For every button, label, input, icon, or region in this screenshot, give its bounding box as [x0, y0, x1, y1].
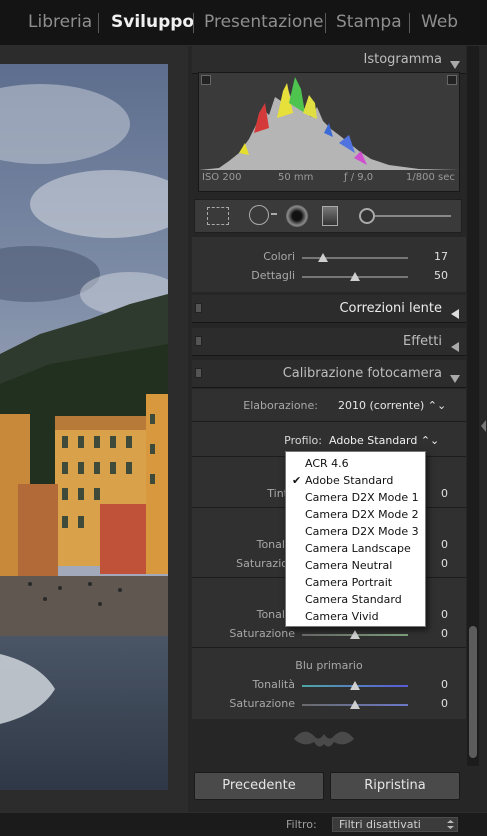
slider-knob[interactable]	[350, 272, 360, 281]
module-library[interactable]: Libreria	[28, 12, 92, 32]
slider-knob[interactable]	[318, 253, 328, 262]
previous-button[interactable]: Precedente	[194, 772, 324, 800]
green-hue-label: Tonali	[256, 608, 288, 621]
scrollbar-thumb[interactable]	[469, 626, 477, 758]
details-label: Dettagli	[251, 269, 295, 282]
photo-preview[interactable]	[0, 64, 168, 790]
slider-knob[interactable]	[350, 700, 360, 709]
graduated-filter-icon[interactable]	[322, 206, 338, 226]
photo-image	[0, 64, 168, 790]
histogram-exif: ISO 200 50 mm ƒ / 9,0 1/800 sec	[198, 172, 460, 190]
slider-knob[interactable]	[350, 681, 360, 690]
lens-corrections-title: Correzioni lente	[339, 301, 442, 316]
detail-section: Colori 17 Dettagli 50	[192, 237, 466, 292]
module-separator	[98, 13, 99, 33]
process-select[interactable]: 2010 (corrente) ⌃⌄	[338, 399, 446, 412]
profile-option[interactable]: Camera Standard	[286, 591, 425, 608]
filter-select[interactable]: Filtri disattivati	[332, 817, 458, 832]
green-saturation-value[interactable]: 0	[414, 627, 448, 640]
module-web[interactable]: Web	[421, 12, 458, 32]
expand-triangle-icon	[450, 337, 460, 352]
profile-dropdown-menu: ACR 4.6 ✔ Adobe Standard Camera D2X Mode…	[285, 451, 426, 627]
blue-hue-slider[interactable]	[302, 681, 408, 690]
profile-option[interactable]: Camera D2X Mode 2	[286, 506, 425, 523]
focal-length-value: 50 mm	[278, 172, 314, 183]
profile-option[interactable]: Camera Portrait	[286, 574, 425, 591]
collapse-triangle-icon	[450, 369, 460, 383]
panel-switch-icon[interactable]	[195, 303, 202, 313]
shadows-tint-label: Tint	[267, 487, 288, 500]
effects-header[interactable]: Effetti	[192, 328, 466, 356]
aperture-value: ƒ / 9,0	[344, 172, 374, 183]
panel-collapse-arrow-icon[interactable]	[480, 418, 487, 432]
profile-label: Profilo:	[284, 434, 322, 447]
module-develop[interactable]: Sviluppo	[111, 12, 194, 32]
blue-saturation-slider[interactable]	[302, 700, 408, 709]
collapse-triangle-icon	[450, 55, 460, 69]
module-separator	[325, 13, 326, 33]
adjustment-brush-slider[interactable]	[375, 215, 451, 217]
filter-label: Filtro:	[286, 818, 317, 831]
details-value[interactable]: 50	[414, 269, 448, 282]
panel-end-ornament-icon	[284, 724, 364, 754]
reset-button[interactable]: Ripristina	[330, 772, 460, 800]
lens-corrections-header[interactable]: Correzioni lente	[192, 295, 466, 323]
colors-value[interactable]: 17	[414, 250, 448, 263]
profile-option[interactable]: Camera D2X Mode 1	[286, 489, 425, 506]
red-eye-icon[interactable]	[286, 205, 308, 227]
expand-triangle-icon	[450, 304, 460, 319]
module-separator	[193, 13, 194, 33]
select-arrows-icon	[446, 819, 455, 830]
profile-option[interactable]: Camera Landscape	[286, 540, 425, 557]
histogram-title: Istogramma	[363, 52, 442, 67]
profile-option[interactable]: Camera Neutral	[286, 557, 425, 574]
histogram-plot	[199, 73, 459, 171]
blue-hue-value[interactable]: 0	[414, 678, 448, 691]
tool-strip	[194, 199, 462, 233]
panel-switch-icon[interactable]	[195, 336, 202, 346]
module-separator	[409, 13, 410, 33]
effects-title: Effetti	[403, 334, 442, 349]
histogram-header[interactable]: Istogramma	[192, 46, 466, 74]
colors-slider[interactable]	[302, 253, 408, 262]
panel-switch-icon[interactable]	[195, 368, 202, 378]
module-picker: Libreria Sviluppo Presentazione Stampa W…	[0, 0, 487, 46]
module-print[interactable]: Stampa	[336, 12, 402, 32]
image-canvas	[0, 46, 188, 836]
filter-bar: Filtro: Filtri disattivati	[0, 812, 487, 836]
camera-calibration-title: Calibrazione fotocamera	[282, 366, 442, 381]
shutter-value: 1/800 sec	[406, 172, 455, 183]
adjustment-brush-icon[interactable]	[359, 208, 375, 224]
crop-tool-icon[interactable]	[207, 207, 229, 225]
red-saturation-label: Saturazio	[236, 557, 288, 570]
blue-saturation-value[interactable]: 0	[414, 697, 448, 710]
iso-value: ISO 200	[202, 172, 242, 183]
details-slider[interactable]	[302, 272, 408, 281]
slider-knob[interactable]	[350, 630, 360, 639]
section-divider	[192, 421, 466, 422]
panel-scrollbar[interactable]	[467, 46, 479, 766]
green-saturation-slider[interactable]	[302, 630, 408, 639]
process-label: Elaborazione:	[243, 399, 318, 412]
spot-removal-icon[interactable]	[249, 205, 269, 225]
blue-hue-label: Tonalità	[252, 678, 295, 691]
profile-option[interactable]: ✔ Adobe Standard	[286, 472, 425, 489]
profile-option[interactable]: Camera D2X Mode 3	[286, 523, 425, 540]
blue-primary-title: Blu primario	[295, 659, 363, 672]
profile-select[interactable]: Adobe Standard ⌃⌄	[329, 434, 439, 447]
profile-option[interactable]: ACR 4.6	[286, 455, 425, 472]
section-divider	[192, 647, 466, 648]
camera-calibration-header[interactable]: Calibrazione fotocamera	[192, 360, 466, 388]
colors-label: Colori	[263, 250, 295, 263]
spot-removal-arrow-icon	[271, 213, 277, 215]
highlight-clipping-toggle[interactable]	[447, 75, 457, 85]
checkmark-icon: ✔	[292, 474, 302, 487]
blue-saturation-label: Saturazione	[229, 697, 295, 710]
develop-right-panel: Istogramma ISO 200 50 mm ƒ / 9,0 1/800 s…	[188, 46, 487, 812]
red-hue-label: Tonali	[256, 538, 288, 551]
green-saturation-label: Saturazione	[229, 627, 295, 640]
profile-option[interactable]: Camera Vivid	[286, 608, 425, 625]
shadow-clipping-toggle[interactable]	[201, 75, 211, 85]
module-slideshow[interactable]: Presentazione	[204, 12, 323, 32]
